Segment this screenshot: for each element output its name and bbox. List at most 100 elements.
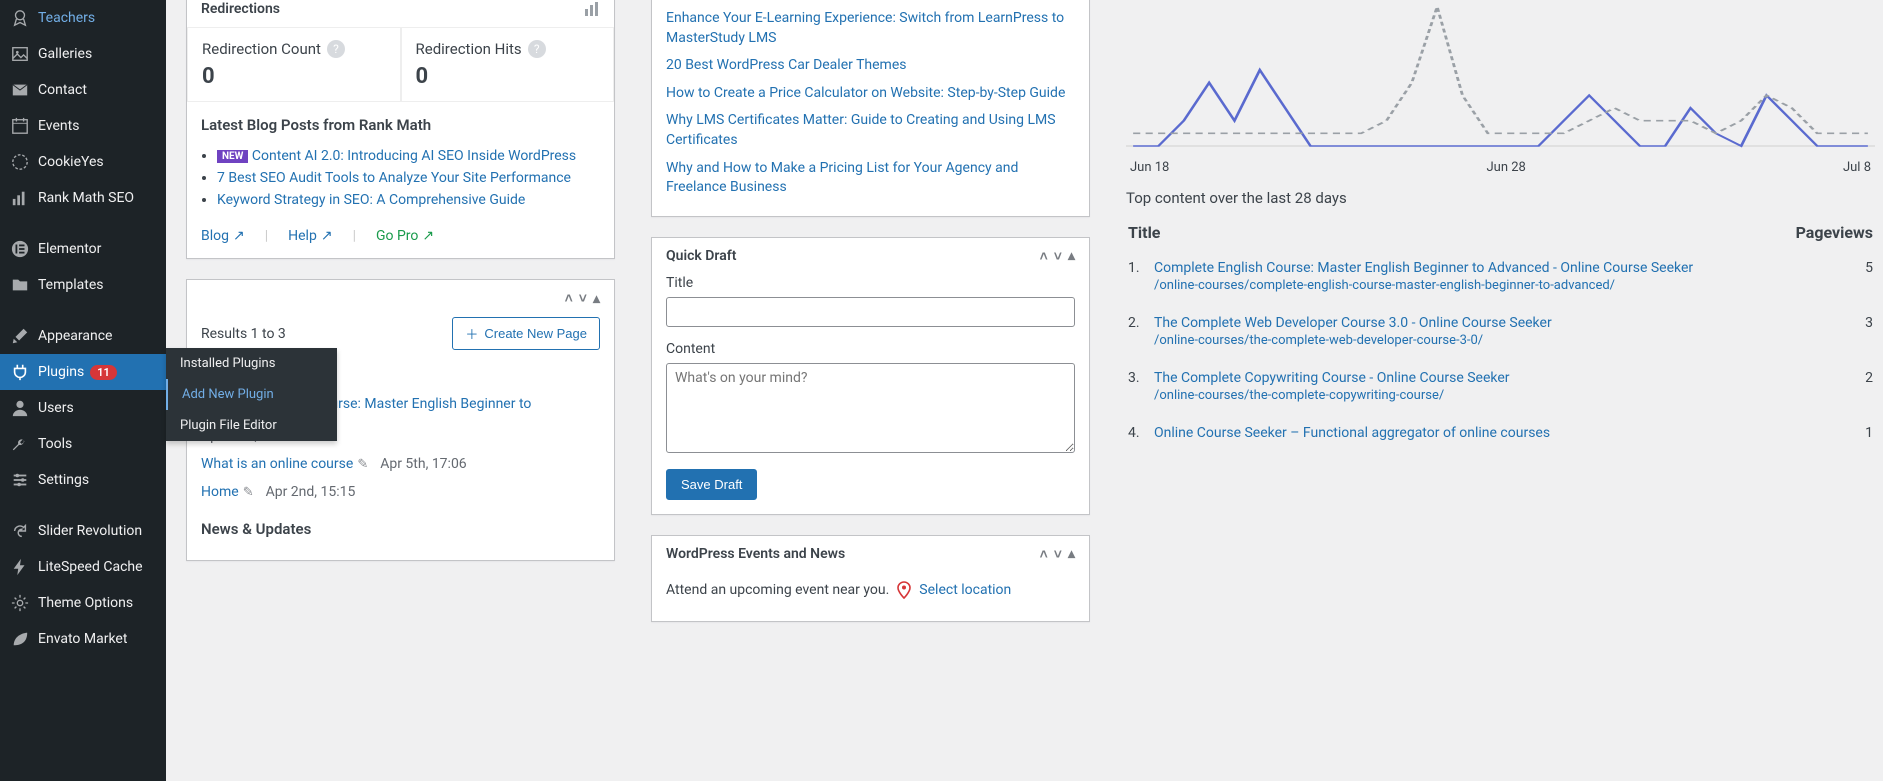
rankmath-footer-links: Blog ↗ | Help ↗ | Go Pro ↗ [187, 214, 614, 258]
news-link[interactable]: Why LMS Certificates Matter: Guide to Cr… [666, 107, 1075, 154]
move-up-icon[interactable]: ˄ [1040, 546, 1048, 563]
content-title-link[interactable]: Online Course Seeker – Functional aggreg… [1154, 425, 1550, 441]
submenu-installed-plugins[interactable]: Installed Plugins [166, 348, 337, 379]
recent-edit-row: Home ✎ Apr 2nd, 15:15 [201, 478, 600, 506]
draft-content-textarea[interactable] [666, 363, 1075, 453]
edit-date: Apr 2nd, 15:15 [266, 484, 356, 500]
analytics-chart [1126, 0, 1875, 160]
collapse-icon[interactable]: ▴ [1068, 546, 1075, 562]
news-link[interactable]: How to Create a Price Calculator on Webs… [666, 80, 1075, 108]
sidebar-item-label: Tools [38, 436, 72, 452]
wrench-icon [10, 434, 30, 454]
col-pageviews: Pageviews [1796, 217, 1873, 248]
news-link[interactable]: 20 Best WordPress Car Dealer Themes [666, 52, 1075, 80]
sidebar-item-label: Plugins [38, 364, 84, 380]
x-label: Jun 28 [1486, 160, 1525, 175]
news-link[interactable]: Why and How to Make a Pricing List for Y… [666, 155, 1075, 202]
help-link[interactable]: Help ↗ [288, 228, 332, 244]
redirection-hits-value: 0 [416, 64, 600, 89]
sidebar-item-slider-revolution[interactable]: Slider Revolution [0, 513, 166, 549]
collapse-icon[interactable]: ▴ [1068, 248, 1075, 264]
redirection-stats: Redirection Count? 0 Redirection Hits? 0 [187, 27, 614, 102]
sidebar-item-label: LiteSpeed Cache [38, 559, 143, 575]
help-icon[interactable]: ? [327, 40, 345, 58]
save-draft-button[interactable]: Save Draft [666, 469, 757, 500]
plus-icon: ＋ [465, 324, 478, 343]
move-down-icon[interactable]: ˅ [1054, 546, 1062, 563]
sidebar-item-label: Settings [38, 472, 89, 488]
chart-icon[interactable] [584, 1, 600, 17]
sidebar-item-galleries[interactable]: Galleries [0, 36, 166, 72]
events-panel: WordPress Events and News ˄ ˅ ▴ Attend a… [651, 535, 1090, 622]
collapse-icon[interactable]: ▴ [593, 291, 600, 307]
submenu-add-new-plugin[interactable]: Add New Plugin [166, 379, 337, 410]
pageviews-value: 1 [1796, 415, 1873, 451]
sidebar-item-contact[interactable]: Contact [0, 72, 166, 108]
draft-title-label: Title [666, 275, 1075, 291]
x-label: Jun 18 [1130, 160, 1169, 175]
recent-edit-link[interactable]: Home [201, 484, 239, 500]
top-content-row: 3.The Complete Copywriting Course - Onli… [1128, 360, 1873, 413]
sliders-icon [10, 470, 30, 490]
redirection-count-value: 0 [202, 64, 386, 89]
blog-post-item: Keyword Strategy in SEO: A Comprehensive… [217, 192, 614, 208]
recent-edit-link[interactable]: What is an online course [201, 456, 353, 472]
col-title: Title [1128, 217, 1794, 248]
move-up-icon[interactable]: ˄ [565, 290, 573, 307]
pageviews-value: 5 [1796, 250, 1873, 303]
sidebar-item-appearance[interactable]: Appearance [0, 318, 166, 354]
recent-edit-row: What is an online course✎Apr 5th, 17:06 [201, 450, 600, 478]
update-badge: 11 [90, 365, 117, 380]
content-title-link[interactable]: The Complete Copywriting Course - Online… [1154, 370, 1510, 386]
bolt-icon [10, 557, 30, 577]
rankmath-panel: Redirections Redirection Count? 0 Redire… [186, 0, 615, 259]
sidebar-item-litespeed-cache[interactable]: LiteSpeed Cache [0, 549, 166, 585]
redirection-hits-label: Redirection Hits [416, 40, 522, 58]
content-title-link[interactable]: Complete English Course: Master English … [1154, 260, 1693, 276]
sidebar-item-events[interactable]: Events [0, 108, 166, 144]
sidebar-item-teachers[interactable]: Teachers [0, 0, 166, 36]
move-down-icon[interactable]: ˅ [579, 290, 587, 307]
sidebar-item-settings[interactable]: Settings [0, 462, 166, 498]
row-number: 3. [1128, 360, 1152, 413]
gopro-link[interactable]: Go Pro ↗ [376, 228, 434, 244]
sidebar-item-users[interactable]: Users [0, 390, 166, 426]
top-content-table: Title Pageviews 1.Complete English Cours… [1126, 215, 1875, 453]
pencil-icon[interactable]: ✎ [357, 457, 368, 472]
quick-draft-heading: Quick Draft [666, 248, 736, 264]
create-new-page-button[interactable]: ＋Create New Page [452, 317, 600, 350]
sidebar-item-cookieyes[interactable]: CookieYes [0, 144, 166, 180]
blog-post-link[interactable]: 7 Best SEO Audit Tools to Analyze Your S… [217, 170, 571, 186]
elementor-icon [10, 239, 30, 259]
sidebar-item-elementor[interactable]: Elementor [0, 231, 166, 267]
sidebar-item-rank-math-seo[interactable]: Rank Math SEO [0, 180, 166, 216]
sidebar-item-templates[interactable]: Templates [0, 267, 166, 303]
pencil-icon[interactable]: ✎ [243, 485, 254, 500]
sidebar-item-envato-market[interactable]: Envato Market [0, 621, 166, 657]
content-path-link[interactable]: /online-courses/complete-english-course-… [1154, 278, 1794, 293]
events-heading: WordPress Events and News [666, 546, 845, 562]
blog-post-link[interactable]: Keyword Strategy in SEO: A Comprehensive… [217, 192, 525, 208]
mail-icon [10, 80, 30, 100]
blog-link[interactable]: Blog ↗ [201, 228, 245, 244]
top-content-row: 2.The Complete Web Developer Course 3.0 … [1128, 305, 1873, 358]
move-up-icon[interactable]: ˄ [1040, 248, 1048, 265]
content-title-link[interactable]: The Complete Web Developer Course 3.0 - … [1154, 315, 1552, 331]
user-icon [10, 398, 30, 418]
content-path-link[interactable]: /online-courses/the-complete-copywriting… [1154, 388, 1794, 403]
move-down-icon[interactable]: ˅ [1054, 248, 1062, 265]
draft-title-input[interactable] [666, 297, 1075, 327]
news-link[interactable]: Enhance Your E-Learning Experience: Swit… [666, 5, 1075, 52]
sidebar-item-theme-options[interactable]: Theme Options [0, 585, 166, 621]
help-icon[interactable]: ? [528, 40, 546, 58]
redirections-heading: Redirections [201, 1, 280, 17]
select-location-link[interactable]: Select location [919, 582, 1011, 598]
sidebar-item-label: Templates [38, 277, 104, 293]
content-path-link[interactable]: /online-courses/the-complete-web-develop… [1154, 333, 1794, 348]
sidebar-item-tools[interactable]: Tools [0, 426, 166, 462]
blog-post-link[interactable]: Content AI 2.0: Introducing AI SEO Insid… [252, 148, 576, 164]
row-title-cell: The Complete Web Developer Course 3.0 - … [1154, 305, 1794, 358]
sidebar-item-plugins[interactable]: Plugins 11 [0, 354, 166, 390]
sidebar-item-label: Envato Market [38, 631, 127, 647]
submenu-plugin-file-editor[interactable]: Plugin File Editor [166, 410, 337, 441]
